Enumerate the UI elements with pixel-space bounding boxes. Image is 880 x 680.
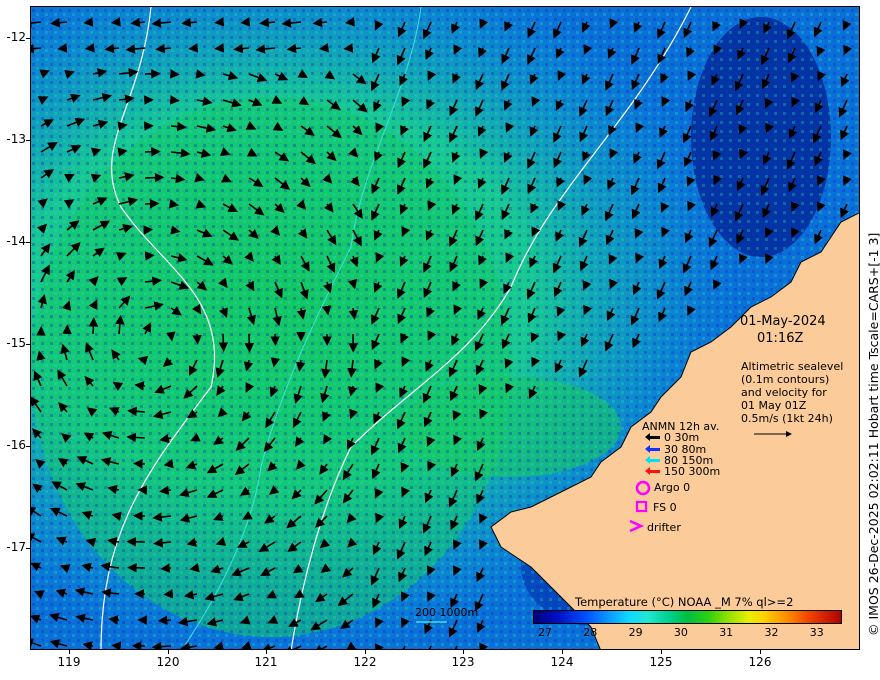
velocity-arrow bbox=[88, 317, 99, 335]
velocity-arrow bbox=[111, 511, 122, 522]
velocity-arrow bbox=[134, 381, 146, 391]
velocity-arrow bbox=[151, 641, 172, 649]
x-tick-mark bbox=[562, 650, 563, 654]
y-tick-mark bbox=[26, 38, 30, 39]
velocity-arrow bbox=[188, 43, 199, 53]
legend-arrow-icon bbox=[645, 433, 660, 441]
legend-arrow-icon bbox=[645, 467, 660, 475]
velocity-arrow bbox=[144, 172, 165, 183]
velocity-arrow bbox=[144, 198, 160, 209]
velocity-arrow bbox=[214, 17, 225, 27]
legend-arrow-icon bbox=[645, 456, 660, 464]
y-tick-mark bbox=[26, 446, 30, 447]
velocity-arrow bbox=[192, 333, 202, 345]
velocity-arrow bbox=[144, 251, 155, 261]
velocity-arrow bbox=[318, 43, 329, 53]
velocity-arrow bbox=[117, 121, 128, 131]
note-line: Altimetric sealevel bbox=[741, 360, 844, 373]
x-tick-mark bbox=[69, 650, 70, 654]
x-tick-mark bbox=[661, 650, 662, 654]
colorbar-tick-label: 31 bbox=[719, 626, 734, 639]
velocity-arrow bbox=[144, 146, 161, 157]
velocity-arrow bbox=[168, 199, 180, 209]
credit-text: © IMOS 26-Dec-2025 02:02:11 Hobart time … bbox=[866, 232, 880, 636]
velocity-arrow bbox=[165, 331, 176, 342]
map-time: 01:16Z bbox=[757, 331, 804, 346]
colorbar-title: Temperature (°C) NOAA _M 7% ql>=2 bbox=[575, 595, 794, 609]
x-tick-label: 125 bbox=[649, 655, 673, 669]
y-tick-mark bbox=[26, 344, 30, 345]
velocity-arrow bbox=[108, 615, 120, 625]
x-tick-mark bbox=[760, 650, 761, 654]
y-tick-label: -13 bbox=[6, 132, 26, 146]
colorbar-tick-label: 32 bbox=[764, 626, 779, 639]
velocity-arrow bbox=[126, 536, 146, 547]
x-tick-mark bbox=[168, 650, 169, 654]
y-tick-mark bbox=[26, 242, 30, 243]
velocity-arrow bbox=[344, 17, 355, 27]
velocity-arrow bbox=[214, 43, 225, 53]
isobath-label: 200 1000m bbox=[415, 606, 479, 619]
legend-row: 150 300m bbox=[645, 465, 721, 478]
velocity-arrow bbox=[270, 357, 281, 368]
altimetry-note: Altimetric sealevel (0.1m contours) and … bbox=[741, 360, 843, 425]
y-tick-mark bbox=[26, 140, 30, 141]
y-tick-label: -12 bbox=[6, 30, 26, 44]
velocity-arrow bbox=[163, 458, 174, 469]
x-tick-label: 120 bbox=[156, 655, 180, 669]
y-tick-label: -16 bbox=[6, 438, 26, 452]
legend-label: 150 300m bbox=[664, 465, 721, 478]
velocity-arrow bbox=[244, 333, 255, 353]
colorbar-tick-label: 33 bbox=[809, 626, 824, 639]
x-tick-label: 121 bbox=[254, 655, 278, 669]
velocity-arrow bbox=[110, 17, 121, 27]
note-line: 0.5m/s (1kt 24h) bbox=[741, 412, 833, 425]
x-tick-mark bbox=[365, 650, 366, 654]
y-tick-label: -14 bbox=[6, 234, 26, 248]
velocity-arrow bbox=[169, 95, 180, 105]
x-tick-label: 126 bbox=[748, 655, 772, 669]
y-tick-label: -15 bbox=[6, 336, 26, 350]
colorbar-tick-label: 27 bbox=[538, 626, 552, 639]
x-tick-mark bbox=[266, 650, 267, 654]
velocity-arrow bbox=[111, 641, 122, 649]
fs-label: FS 0 bbox=[653, 501, 677, 514]
velocity-arrow bbox=[163, 589, 174, 599]
sst-map[interactable] bbox=[31, 7, 860, 650]
map-date: 01-May-2024 bbox=[740, 314, 826, 329]
colorbar-tick-label: 30 bbox=[673, 626, 688, 639]
velocity-arrow bbox=[240, 17, 251, 27]
map-frame[interactable] bbox=[30, 6, 860, 650]
velocity-arrow bbox=[160, 563, 172, 573]
x-tick-label: 122 bbox=[353, 655, 377, 669]
velocity-arrow bbox=[169, 69, 180, 79]
note-line: (0.1m contours) bbox=[741, 373, 830, 386]
velocity-arrow bbox=[218, 333, 229, 352]
colorbar bbox=[533, 610, 842, 624]
velocity-arrow bbox=[343, 43, 354, 53]
y-tick-label: -17 bbox=[6, 540, 26, 554]
argo-label: Argo 0 bbox=[654, 481, 691, 494]
colorbar-tick-label: 29 bbox=[628, 626, 643, 639]
x-tick-mark bbox=[463, 650, 464, 654]
velocity-arrow bbox=[84, 43, 95, 53]
velocity-arrow bbox=[133, 459, 146, 469]
velocity-arrow bbox=[83, 17, 94, 27]
velocity-arrow bbox=[126, 432, 146, 443]
colorbar-tick-label: 28 bbox=[583, 626, 598, 639]
velocity-arrow bbox=[321, 305, 332, 316]
velocity-arrow bbox=[157, 615, 172, 626]
x-tick-label: 124 bbox=[550, 655, 574, 669]
x-tick-label: 123 bbox=[451, 655, 475, 669]
note-line: and velocity for bbox=[741, 386, 827, 399]
legend-arrow-icon bbox=[645, 445, 660, 453]
velocity-arrow bbox=[57, 43, 68, 53]
drifter-label: drifter bbox=[647, 521, 681, 534]
x-tick-label: 119 bbox=[57, 655, 81, 669]
note-line: 01 May 01Z bbox=[741, 399, 807, 412]
y-tick-mark bbox=[26, 548, 30, 549]
